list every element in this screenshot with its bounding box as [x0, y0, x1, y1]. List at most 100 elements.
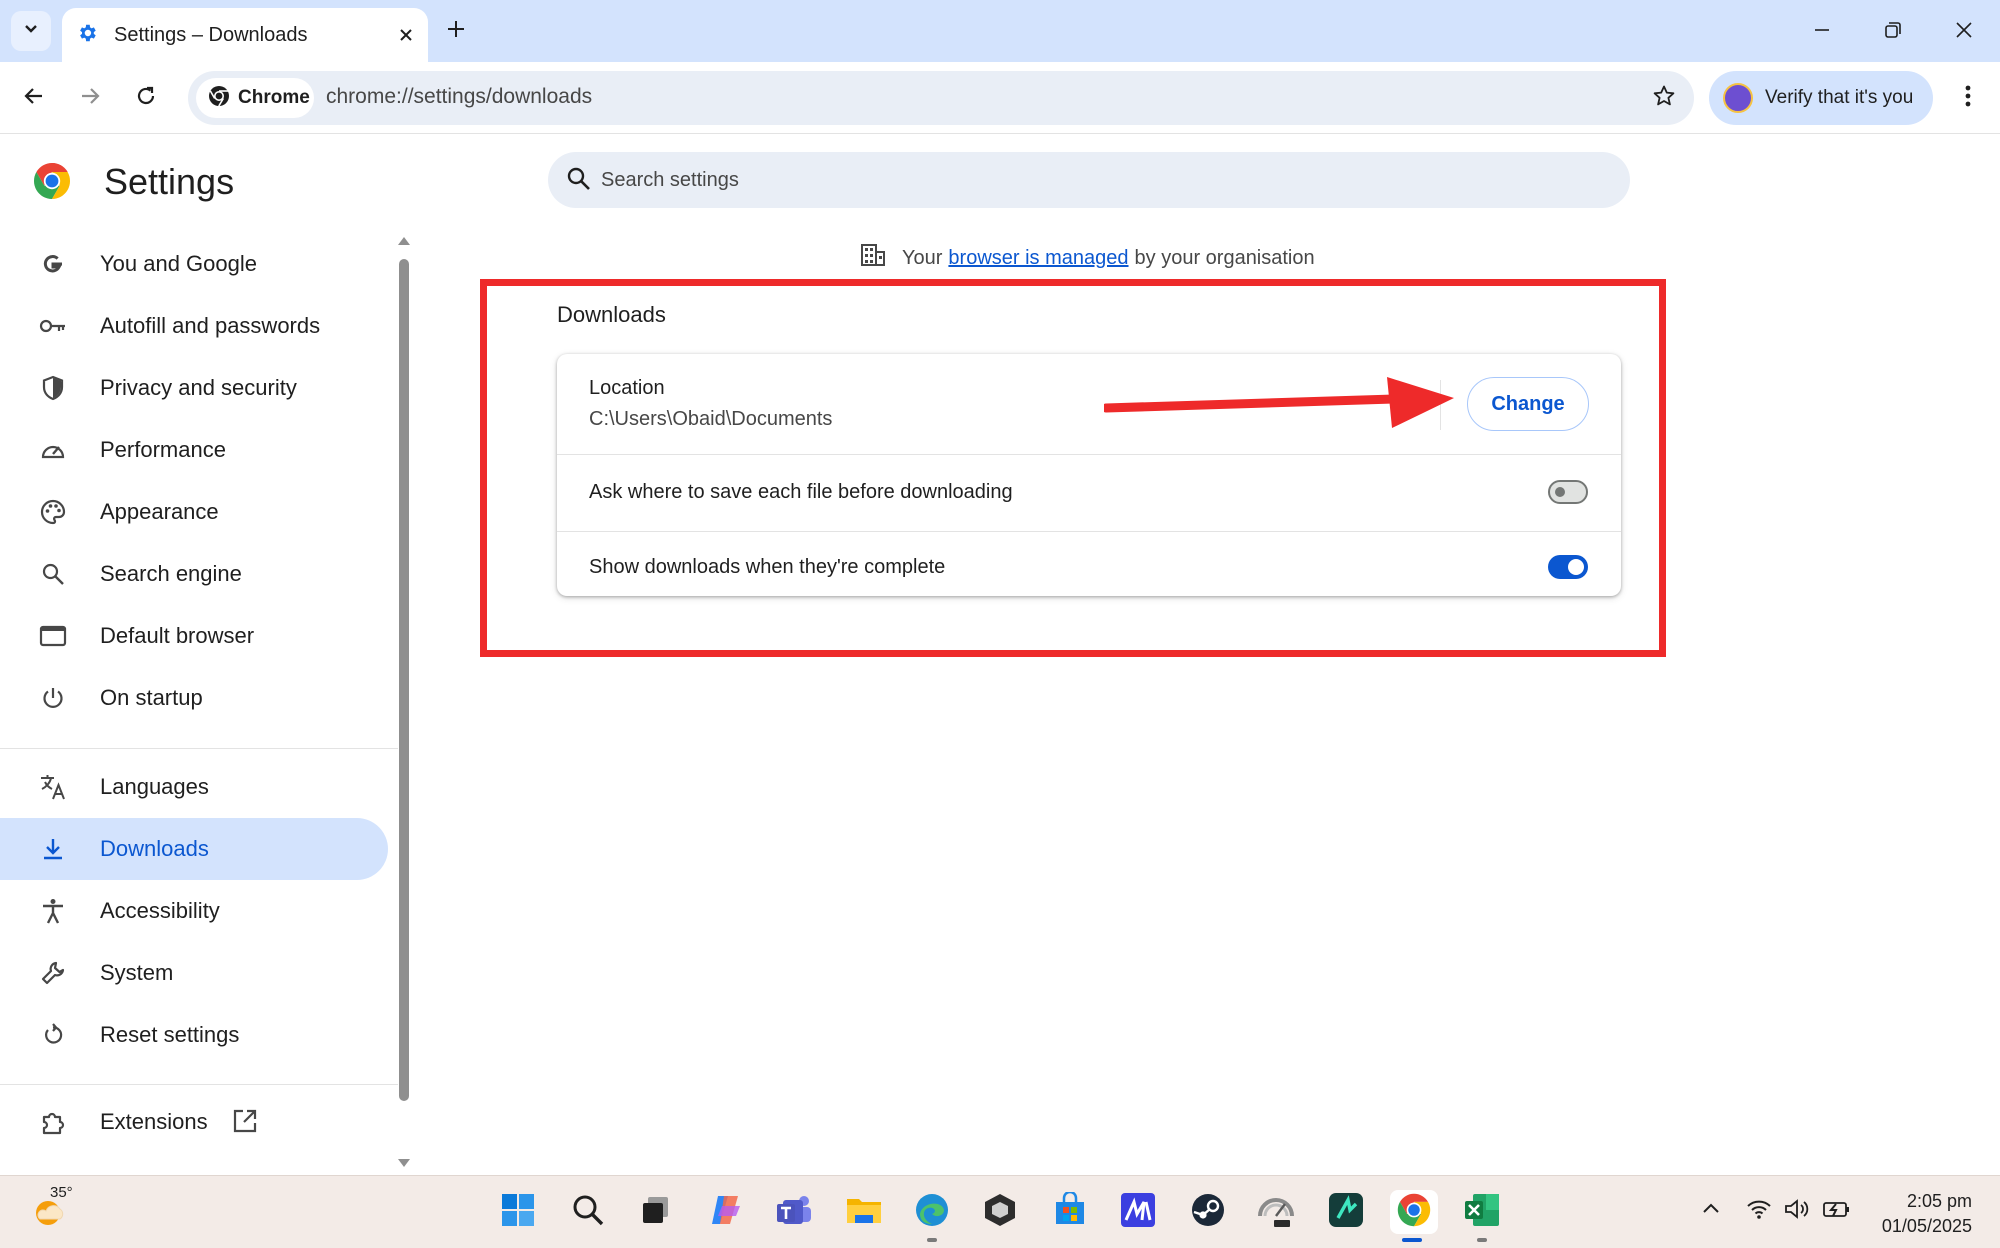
gauge-pro-app[interactable] — [1254, 1190, 1298, 1234]
close-window-button[interactable] — [1942, 10, 1986, 54]
file-explorer-app[interactable] — [842, 1190, 886, 1234]
sidebar-item-label: Appearance — [100, 499, 219, 524]
managed-prefix: Your — [902, 246, 943, 269]
microsoft-store-app[interactable] — [1048, 1190, 1092, 1234]
change-location-button[interactable]: Change — [1467, 377, 1589, 431]
browser-window-icon — [38, 621, 68, 651]
battery-charging-icon[interactable] — [1822, 1198, 1852, 1225]
sidebar-item-label: System — [100, 960, 174, 985]
forward-button[interactable] — [68, 76, 112, 120]
search-placeholder: Search settings — [601, 169, 739, 191]
sidebar-item-on-startup[interactable]: On startup — [0, 667, 388, 729]
running-indicator — [1477, 1238, 1487, 1242]
steam-app[interactable] — [1186, 1190, 1230, 1234]
power-icon — [38, 683, 68, 713]
show-downloads-row[interactable]: Show downloads when they're complete — [557, 531, 1621, 596]
tab-title: Settings – Downloads — [114, 23, 308, 46]
location-path: C:\Users\Obaid\Documents — [589, 408, 833, 430]
settings-sidebar: You and Google Autofill and passwords Pr… — [0, 233, 410, 1175]
show-downloads-toggle[interactable] — [1548, 555, 1588, 579]
close-icon — [1955, 21, 1973, 44]
search-icon — [38, 559, 68, 589]
plus-icon — [446, 19, 466, 44]
building-icon — [860, 243, 886, 273]
sidebar-scrollbar[interactable] — [396, 233, 412, 1175]
task-view-icon — [640, 1194, 672, 1231]
sidebar-item-label: Reset settings — [100, 1022, 240, 1047]
wrench-icon — [38, 958, 68, 988]
sidebar-item-system[interactable]: System — [0, 942, 388, 1004]
sidebar-item-languages[interactable]: Languages — [0, 756, 388, 818]
volume-icon[interactable] — [1784, 1198, 1812, 1225]
sidebar-item-reset[interactable]: Reset settings — [0, 1004, 388, 1066]
sidebar-item-search-engine[interactable]: Search engine — [0, 543, 388, 605]
scrollbar-thumb[interactable] — [399, 259, 409, 1101]
new-tab-button[interactable] — [438, 13, 474, 49]
reload-button[interactable] — [124, 76, 168, 120]
sidebar-item-label: Extensions — [100, 1109, 208, 1134]
scroll-up-arrow-icon[interactable] — [396, 233, 412, 252]
palette-icon — [38, 497, 68, 527]
more-vert-icon — [1965, 85, 1971, 112]
m-app[interactable] — [1116, 1190, 1160, 1234]
m-logo-icon — [1120, 1192, 1156, 1233]
scroll-down-arrow-icon[interactable] — [396, 1157, 412, 1176]
verify-identity-button[interactable]: Verify that it's you — [1709, 71, 1933, 125]
show-hidden-icons-chevron-icon[interactable] — [1700, 1198, 1722, 1225]
filmora-app[interactable] — [1324, 1190, 1368, 1234]
sidebar-item-label: Languages — [100, 774, 209, 799]
clock-date: 01/05/2025 — [1881, 1216, 1972, 1236]
sidebar-item-label: Accessibility — [100, 898, 220, 923]
tab-settings-downloads[interactable]: Settings – Downloads — [62, 8, 428, 62]
sidebar-item-privacy[interactable]: Privacy and security — [0, 357, 388, 419]
browser-toolbar: Chrome chrome://settings/downloads Verif… — [0, 62, 2000, 134]
gauge-pro-icon — [1257, 1192, 1295, 1233]
url-text[interactable]: chrome://settings/downloads — [326, 85, 592, 109]
sidebar-item-label: You and Google — [100, 251, 257, 276]
sidebar-item-autofill[interactable]: Autofill and passwords — [0, 295, 388, 357]
avatar — [1723, 83, 1753, 113]
sidebar-item-accessibility[interactable]: Accessibility — [0, 880, 388, 942]
chrome-app[interactable] — [1390, 1190, 1438, 1242]
search-settings-input[interactable]: Search settings — [548, 152, 1630, 208]
managed-link[interactable]: browser is managed — [948, 247, 1128, 270]
sidebar-item-default-browser[interactable]: Default browser — [0, 605, 388, 667]
restore-button[interactable] — [1871, 10, 1915, 54]
minimize-button[interactable] — [1800, 10, 1844, 54]
sidebar-item-extensions[interactable]: Extensions — [0, 1091, 388, 1153]
settings-page: Settings Search settings You and Google … — [0, 135, 2000, 1175]
system-clock[interactable]: 2:05 pm 01/05/2025 — [1862, 1189, 1972, 1239]
sidebar-item-appearance[interactable]: Appearance — [0, 481, 388, 543]
sidebar-item-performance[interactable]: Performance — [0, 419, 388, 481]
location-label: Location — [589, 377, 665, 399]
downloads-card: Location C:\Users\Obaid\Documents Change… — [557, 354, 1621, 596]
start-button[interactable] — [496, 1190, 540, 1234]
search-icon — [566, 166, 592, 197]
toggle-knob — [1568, 559, 1584, 575]
ask-where-toggle[interactable] — [1548, 480, 1588, 504]
copilot-app[interactable] — [704, 1190, 748, 1234]
site-info-chip[interactable]: Chrome — [196, 78, 314, 118]
back-button[interactable] — [12, 76, 56, 120]
ask-where-row[interactable]: Ask where to save each file before downl… — [557, 454, 1621, 531]
chrome-logo-icon — [1396, 1192, 1432, 1233]
tab-search-button[interactable] — [11, 11, 51, 51]
teams-app[interactable] — [772, 1190, 816, 1234]
excel-app[interactable] — [1460, 1190, 1504, 1242]
chrome-menu-button[interactable] — [1946, 76, 1990, 120]
managed-suffix: by your organisation — [1134, 246, 1315, 269]
edge-app[interactable] — [910, 1190, 954, 1242]
bookmark-button[interactable] — [1648, 82, 1680, 114]
puzzle-icon — [38, 1107, 68, 1137]
task-view-button[interactable] — [634, 1190, 678, 1234]
sidebar-item-label: On startup — [100, 685, 203, 710]
show-downloads-label: Show downloads when they're complete — [589, 556, 946, 578]
clock-time: 2:05 pm — [1906, 1191, 1972, 1211]
address-bar[interactable]: Chrome chrome://settings/downloads — [188, 71, 1694, 125]
close-tab-icon[interactable] — [390, 19, 422, 51]
taskbar-search-button[interactable] — [566, 1190, 610, 1234]
sidebar-item-downloads[interactable]: Downloads — [0, 818, 388, 880]
sidebar-item-you-and-google[interactable]: You and Google — [0, 233, 388, 295]
wifi-icon[interactable] — [1746, 1198, 1772, 1225]
unity-app[interactable] — [978, 1190, 1022, 1234]
